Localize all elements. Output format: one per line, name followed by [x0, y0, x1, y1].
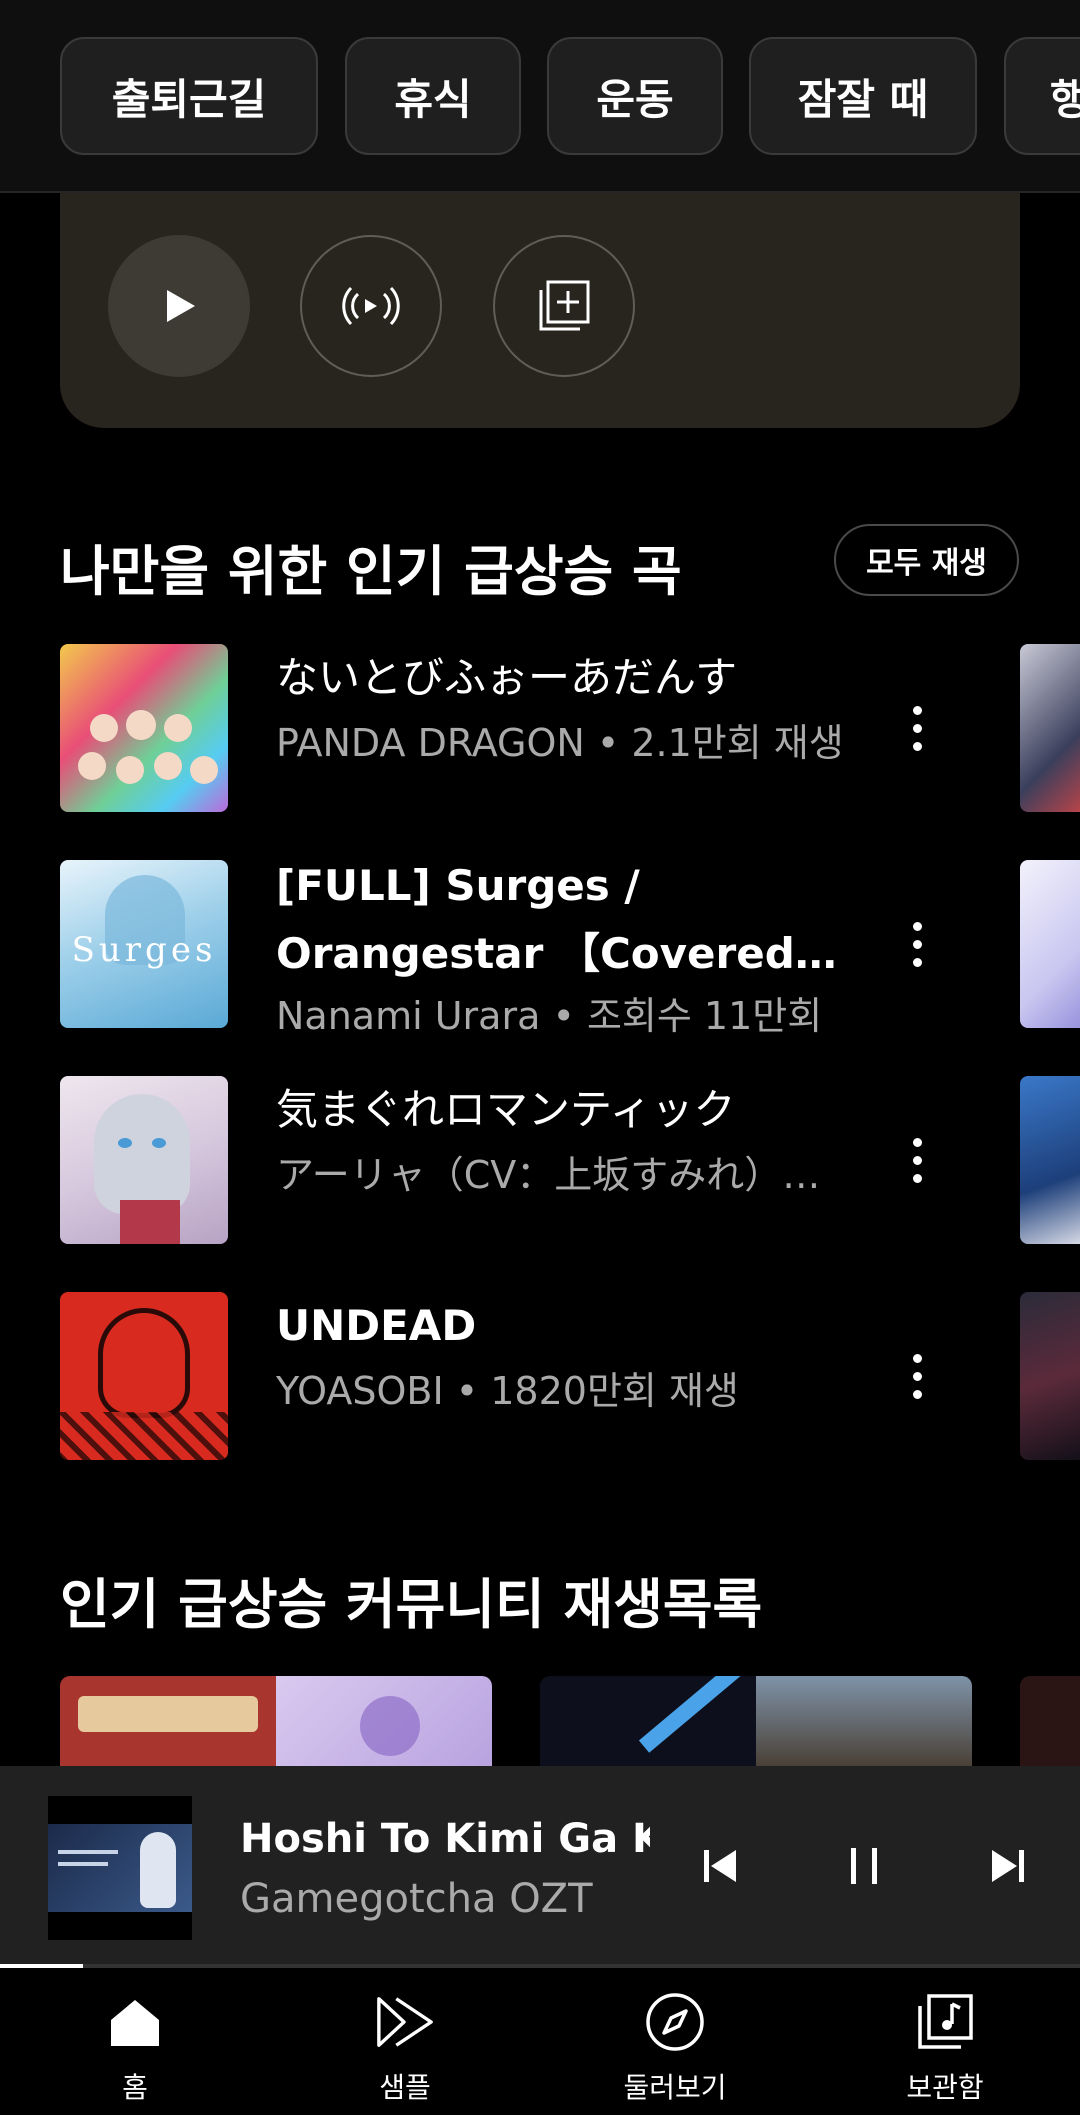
- song-thumbnail: [60, 1076, 228, 1244]
- radio-icon: [342, 286, 400, 326]
- add-to-playlist-icon: [539, 280, 590, 331]
- play-icon: [167, 290, 195, 322]
- nav-label-library: 보관함: [906, 2071, 984, 2104]
- song-subtitle: YOASOBI • 1820만회 재생: [276, 1369, 739, 1413]
- more-options-button[interactable]: [892, 688, 942, 768]
- play-button[interactable]: [108, 235, 250, 377]
- chip-commute[interactable]: 출퇴근길: [60, 37, 318, 155]
- chip-sleep[interactable]: 잠잘 때: [749, 37, 977, 155]
- nav-label-home: 홈: [122, 2071, 148, 2104]
- next-column-thumbnail[interactable]: [1020, 1292, 1080, 1460]
- nav-home[interactable]: 홈: [0, 1968, 270, 2115]
- song-row[interactable]: ないとびふぉーあだんす PANDA DRAGON • 2.1만회 재생: [0, 644, 1080, 814]
- song-title: [FULL] Surges / Orangestar 【Covered by…: [276, 861, 795, 978]
- song-row[interactable]: Surges [FULL] Surges / Orangestar 【Cover…: [0, 860, 1080, 1038]
- song-row[interactable]: UNDEAD YOASOBI • 1820만회 재생: [0, 1292, 1080, 1462]
- now-playing-title: Hoshi To Kimi Ga Kieta: [240, 1816, 650, 1862]
- song-subtitle: アーリャ（CV：上坂すみれ）…: [276, 1153, 821, 1197]
- samples-icon: [375, 1992, 435, 2052]
- home-icon: [105, 1992, 165, 2052]
- radio-button[interactable]: [300, 235, 442, 377]
- next-column-thumbnail[interactable]: [1020, 644, 1080, 812]
- more-options-button[interactable]: [892, 1120, 942, 1200]
- more-vert-icon: [912, 1137, 922, 1147]
- mood-chip-bar: 출퇴근길 휴식 운동 잠잘 때 행: [0, 0, 1080, 193]
- explore-icon: [645, 1992, 705, 2052]
- chip-next[interactable]: 행: [1004, 37, 1080, 155]
- playlist-card-peek[interactable]: [1020, 1676, 1080, 1766]
- play-all-button[interactable]: 모두 재생: [834, 524, 1019, 596]
- playlist-card[interactable]: [540, 1676, 972, 1766]
- chip-relax[interactable]: 휴식: [345, 37, 521, 155]
- mini-player[interactable]: Hoshi To Kimi Ga Kieta Gamegotcha OZT: [0, 1766, 1080, 1966]
- library-icon: [915, 1992, 975, 2052]
- more-options-button[interactable]: [892, 1336, 942, 1416]
- chip-workout[interactable]: 운동: [547, 37, 723, 155]
- nav-label-explore: 둘러보기: [623, 2071, 727, 2104]
- pause-button[interactable]: [822, 1824, 906, 1908]
- skip-next-icon: [992, 1850, 1024, 1882]
- more-vert-icon: [912, 1353, 922, 1363]
- featured-card: [60, 193, 1020, 428]
- nav-samples[interactable]: 샘플: [270, 1968, 540, 2115]
- song-title: UNDEAD: [276, 1301, 477, 1350]
- more-vert-icon: [912, 921, 922, 931]
- song-title: ないとびふぉーあだんす: [276, 653, 738, 702]
- nav-label-samples: 샘플: [379, 2071, 431, 2104]
- song-thumbnail: [60, 1292, 228, 1460]
- song-thumbnail: [60, 644, 228, 812]
- next-button[interactable]: [966, 1824, 1050, 1908]
- nav-explore[interactable]: 둘러보기: [540, 1968, 810, 2115]
- now-playing-thumbnail: [48, 1796, 192, 1940]
- pause-icon: [851, 1848, 877, 1884]
- save-to-library-button[interactable]: [493, 235, 635, 377]
- song-row[interactable]: 気まぐれロマンティック アーリャ（CV：上坂すみれ）…: [0, 1076, 1080, 1246]
- more-vert-icon: [912, 705, 922, 715]
- now-playing-artist: Gamegotcha OZT: [240, 1876, 593, 1922]
- song-subtitle: PANDA DRAGON • 2.1만회 재생: [276, 721, 844, 765]
- skip-previous-icon: [704, 1850, 736, 1882]
- song-subtitle: Nanami Urara • 조회수 11만회: [276, 994, 823, 1038]
- next-column-thumbnail[interactable]: [1020, 860, 1080, 1028]
- bottom-navigation: 홈 샘플 둘러보기 보관함: [0, 1968, 1080, 2115]
- playlist-card[interactable]: [60, 1676, 492, 1766]
- previous-button[interactable]: [678, 1824, 762, 1908]
- more-options-button[interactable]: [892, 904, 942, 984]
- section-title-community: 인기 급상승 커뮤니티 재생목록: [60, 1573, 763, 1636]
- song-thumbnail: Surges: [60, 860, 228, 1028]
- song-title: 気まぐれロマンティック: [276, 1085, 736, 1134]
- nav-library[interactable]: 보관함: [810, 1968, 1080, 2115]
- next-column-thumbnail[interactable]: [1020, 1076, 1080, 1244]
- section-title-trending: 나만을 위한 인기 급상승 곡: [60, 540, 682, 603]
